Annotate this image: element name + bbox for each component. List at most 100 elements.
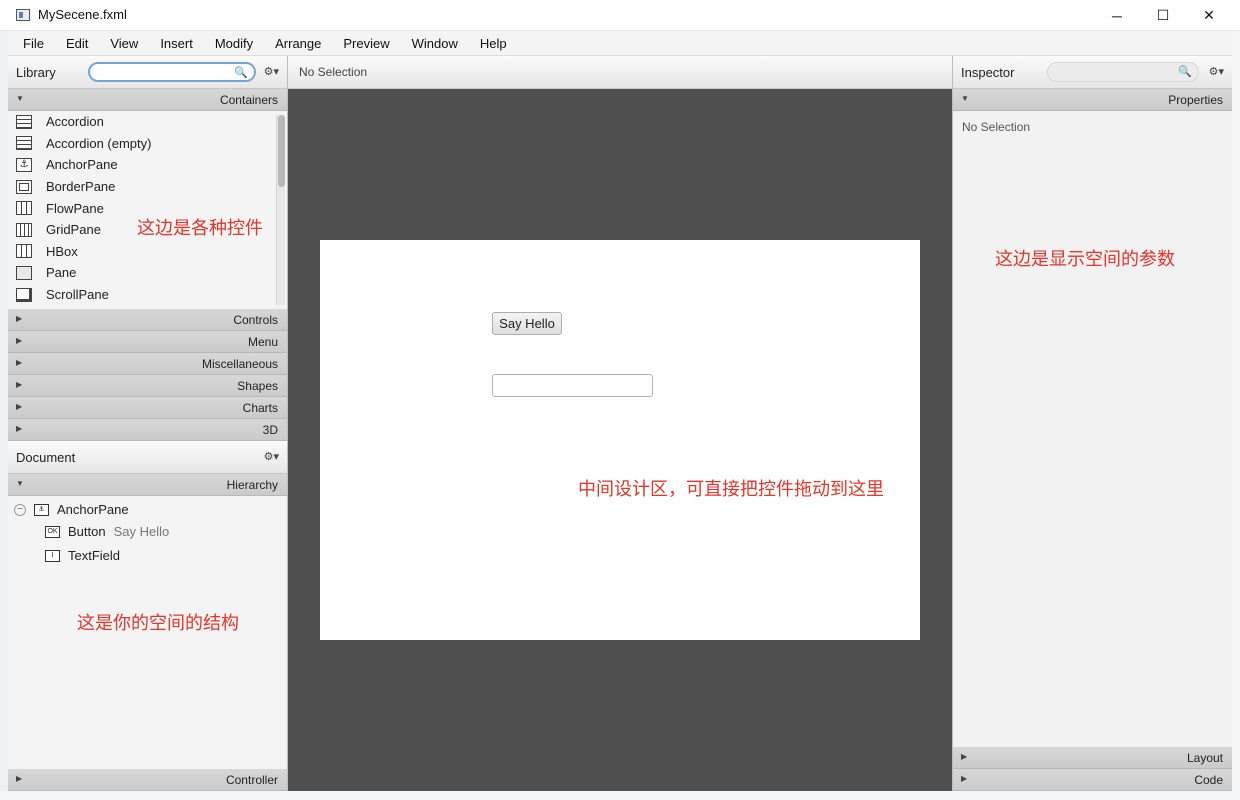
library-header: Library 🔍 ⚙▾	[8, 56, 287, 89]
section-label: Properties	[1168, 93, 1223, 107]
menu-insert[interactable]: Insert	[149, 36, 204, 51]
search-icon[interactable]: 🔍	[234, 66, 248, 79]
menu-bar: File Edit View Insert Modify Arrange Pre…	[8, 31, 1232, 56]
section-containers[interactable]: ▼ Containers	[8, 89, 287, 111]
grid-icon	[16, 222, 32, 237]
section-controls[interactable]: ▶ Controls	[8, 309, 287, 331]
section-label: Controller	[225, 773, 278, 787]
document-gear-icon[interactable]: ⚙▾	[264, 450, 279, 463]
library-item[interactable]: Pane	[8, 262, 287, 284]
section-label: Code	[1194, 773, 1223, 787]
document-header: Document ⚙▾	[8, 441, 287, 474]
document-title: Document	[16, 449, 76, 465]
anchor-icon: ⚓	[16, 157, 32, 172]
library-item[interactable]: Accordion	[8, 111, 287, 133]
menu-edit[interactable]: Edit	[55, 36, 99, 51]
inspector-header: Inspector 🔍 ⚙▾	[953, 56, 1232, 89]
menu-file[interactable]: File	[12, 36, 55, 51]
text-field[interactable]	[492, 374, 653, 397]
section-charts[interactable]: ▶ Charts	[8, 397, 287, 419]
annotation-library: 这边是各种控件	[137, 218, 263, 239]
expanded-triangle-icon: ▼	[961, 94, 969, 103]
menu-preview[interactable]: Preview	[332, 36, 400, 51]
library-scrollbar[interactable]	[276, 115, 285, 305]
anchorpane-design-surface[interactable]: Say Hello	[320, 240, 920, 640]
library-gear-icon[interactable]: ⚙▾	[264, 65, 279, 78]
close-button[interactable]: ✕	[1186, 0, 1232, 31]
search-icon[interactable]: 🔍	[1178, 65, 1192, 78]
section-controller[interactable]: ▶ Controller	[8, 769, 287, 791]
inspector-gear-icon[interactable]: ⚙▾	[1209, 65, 1224, 78]
app-icon	[16, 9, 30, 21]
menu-window[interactable]: Window	[401, 36, 469, 51]
menu-modify[interactable]: Modify	[204, 36, 264, 51]
library-item-label: Pane	[46, 265, 77, 281]
library-item-label: Accordion (empty)	[46, 135, 152, 151]
background-window-edge-left	[0, 31, 8, 800]
accordion-icon	[16, 136, 32, 151]
collapsed-triangle-icon: ▶	[961, 774, 968, 783]
say-hello-button[interactable]: Say Hello	[492, 312, 562, 335]
tree-node-anchorpane[interactable]: − ⚓ AnchorPane	[14, 502, 129, 517]
annotation-hierarchy: 这是你的空间的结构	[77, 613, 239, 634]
expanded-triangle-icon: ▼	[16, 479, 24, 488]
library-item-label: FlowPane	[46, 200, 104, 216]
collapse-toggle-icon[interactable]: −	[14, 503, 26, 516]
section-menu[interactable]: ▶ Menu	[8, 331, 287, 353]
scrollbar-thumb[interactable]	[278, 115, 285, 187]
section-label: Containers	[219, 93, 278, 107]
borderpane-icon	[16, 179, 32, 194]
library-item[interactable]: Accordion (empty)	[8, 133, 287, 155]
section-layout[interactable]: ▶ Layout	[953, 747, 1232, 769]
selection-text: No Selection	[299, 65, 368, 79]
library-search-input[interactable]: 🔍	[88, 62, 256, 82]
background-window-edge-right	[1232, 31, 1240, 800]
collapsed-triangle-icon: ▶	[16, 336, 23, 345]
section-label: Layout	[1186, 751, 1223, 765]
menu-view[interactable]: View	[99, 36, 149, 51]
collapsed-triangle-icon: ▶	[16, 314, 23, 323]
collapsed-triangle-icon: ▶	[16, 424, 23, 433]
library-item[interactable]: ⚓ AnchorPane	[8, 154, 287, 176]
tree-node-label: AnchorPane	[57, 502, 129, 517]
title-bar: MySecene.fxml ─ ☐ ✕	[0, 0, 1240, 31]
section-properties[interactable]: ▼ Properties	[953, 89, 1232, 111]
menu-help[interactable]: Help	[469, 36, 518, 51]
inspector-selection-text: No Selection	[962, 120, 1031, 134]
minimize-button[interactable]: ─	[1094, 0, 1140, 31]
section-label: Miscellaneous	[201, 357, 278, 371]
tree-node-label: Button	[68, 524, 106, 539]
section-label: Hierarchy	[226, 478, 278, 492]
inspector-search-input[interactable]: 🔍	[1047, 62, 1199, 82]
section-label: Menu	[247, 335, 278, 349]
section-hierarchy[interactable]: ▼ Hierarchy	[8, 474, 287, 496]
annotation-inspector: 这边是显示空间的参数	[995, 249, 1175, 270]
collapsed-triangle-icon: ▶	[16, 358, 23, 367]
library-item[interactable]: HBox	[8, 241, 287, 263]
anchor-icon: ⚓	[34, 503, 49, 516]
library-item-label: Accordion	[46, 114, 104, 130]
library-item-label: ScrollPane	[46, 287, 109, 303]
library-list: Accordion Accordion (empty) ⚓ AnchorPane…	[8, 111, 287, 309]
section-shapes[interactable]: ▶ Shapes	[8, 375, 287, 397]
library-item[interactable]: BorderPane	[8, 176, 287, 198]
accordion-icon	[16, 114, 32, 129]
section-label: Shapes	[237, 379, 278, 393]
library-item-label: BorderPane	[46, 179, 116, 195]
tree-node-textfield[interactable]: I TextField	[45, 548, 120, 563]
library-item-label: GridPane	[46, 222, 101, 238]
section-miscellaneous[interactable]: ▶ Miscellaneous	[8, 353, 287, 375]
section-3d[interactable]: ▶ 3D	[8, 419, 287, 441]
inspector-title: Inspector	[961, 64, 1015, 80]
window-title: MySecene.fxml	[38, 7, 127, 22]
library-item-label: AnchorPane	[46, 157, 118, 173]
library-item-label: HBox	[46, 243, 78, 259]
section-label: Charts	[242, 401, 278, 415]
section-code[interactable]: ▶ Code	[953, 769, 1232, 791]
collapsed-triangle-icon: ▶	[961, 752, 968, 761]
collapsed-triangle-icon: ▶	[16, 402, 23, 411]
library-item[interactable]: ScrollPane	[8, 284, 287, 306]
tree-node-button[interactable]: OK Button Say Hello	[45, 524, 169, 539]
menu-arrange[interactable]: Arrange	[264, 36, 332, 51]
maximize-button[interactable]: ☐	[1140, 0, 1186, 31]
